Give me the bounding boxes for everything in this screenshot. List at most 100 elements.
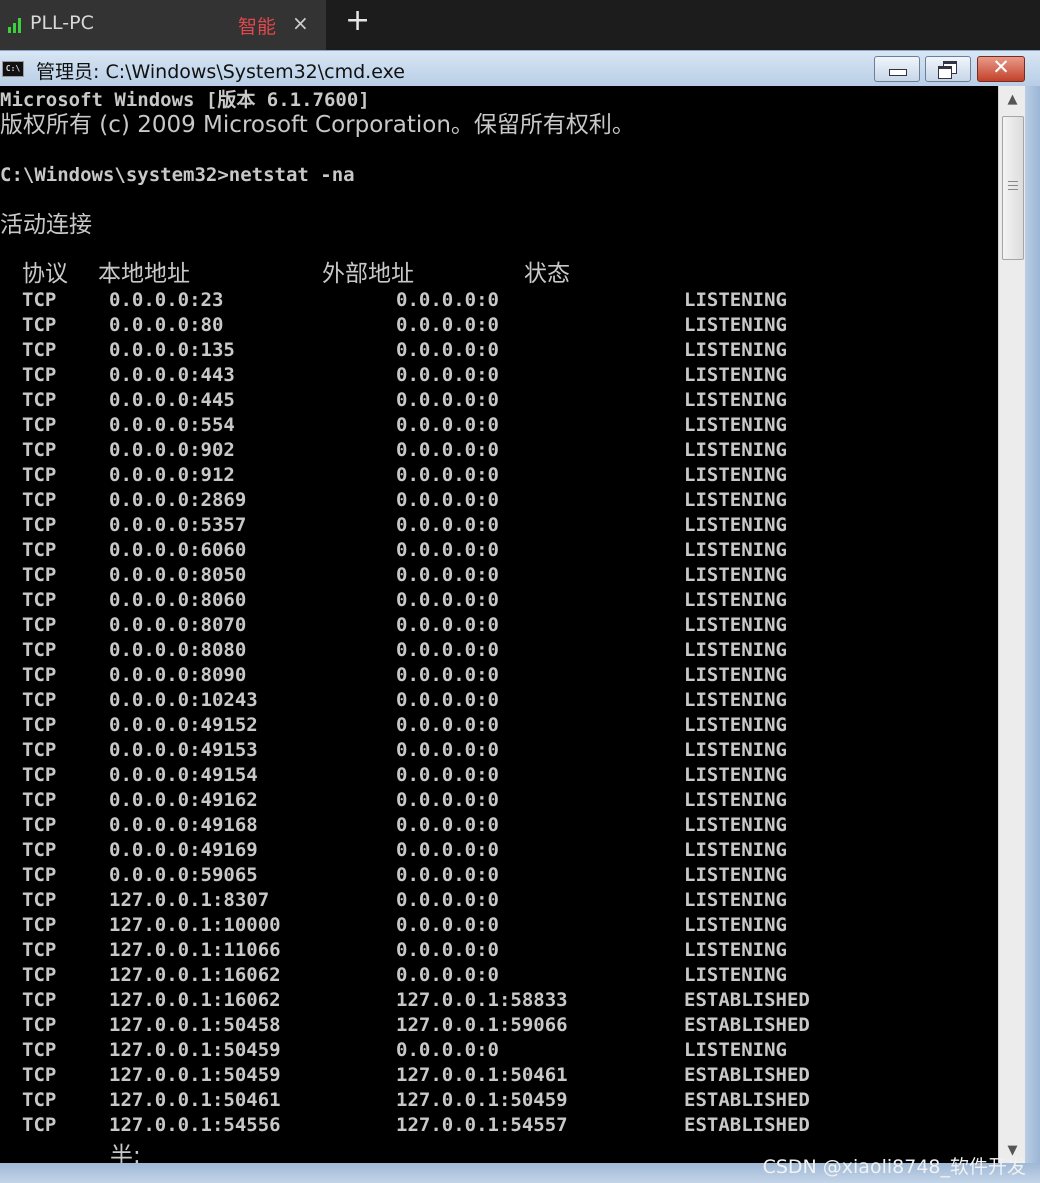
close-icon: ✕ — [992, 55, 1010, 79]
foreign-address-cell: 0.0.0.0:0 — [396, 289, 499, 311]
protocol-cell: TCP — [22, 414, 57, 436]
tab-close-icon[interactable]: × — [292, 11, 309, 35]
local-address-cell: 0.0.0.0:8060 — [109, 589, 247, 611]
local-address-cell: 127.0.0.1:16062 — [109, 989, 281, 1011]
local-address-cell: 0.0.0.0:49152 — [109, 714, 258, 736]
protocol-cell: TCP — [22, 889, 57, 911]
state-cell: LISTENING — [684, 689, 787, 711]
local-address-cell: 127.0.0.1:10000 — [109, 914, 281, 936]
table-row: TCP 0.0.0.0:554 0.0.0.0:0 LISTENING — [0, 413, 998, 438]
close-button[interactable]: ✕ — [977, 55, 1025, 82]
header-state: 状态 — [524, 261, 570, 287]
table-row: TCP 127.0.0.1:50459 127.0.0.1:50461 ESTABLI… — [0, 1063, 998, 1088]
window-title-bar[interactable]: C:\ 管理员: C:\Windows\System32\cmd.exe ✕ — [0, 50, 1040, 87]
table-row: TCP 0.0.0.0:135 0.0.0.0:0 LISTENING — [0, 338, 998, 363]
table-row: TCP 0.0.0.0:49168 0.0.0.0:0 LISTENING — [0, 813, 998, 838]
table-row: TCP 0.0.0.0:5357 0.0.0.0:0 LISTENING — [0, 513, 998, 538]
foreign-address-cell: 127.0.0.1:50459 — [396, 1089, 568, 1111]
local-address-cell: 127.0.0.1:16062 — [109, 964, 281, 986]
console-output[interactable]: Microsoft Windows [版本 6.1.7600] 版权所有 (c)… — [0, 86, 998, 1163]
protocol-cell: TCP — [22, 1089, 57, 1111]
foreign-address-cell: 0.0.0.0:0 — [396, 364, 499, 386]
table-row: TCP 0.0.0.0:49162 0.0.0.0:0 LISTENING — [0, 788, 998, 813]
table-row: TCP 0.0.0.0:49153 0.0.0.0:0 LISTENING — [0, 738, 998, 763]
add-tab-icon[interactable]: + — [345, 6, 370, 36]
foreign-address-cell: 0.0.0.0:0 — [396, 689, 499, 711]
foreign-address-cell: 0.0.0.0:0 — [396, 589, 499, 611]
table-row: TCP 0.0.0.0:8050 0.0.0.0:0 LISTENING — [0, 563, 998, 588]
foreign-address-cell: 0.0.0.0:0 — [396, 864, 499, 886]
minimize-icon — [889, 69, 907, 76]
foreign-address-cell: 0.0.0.0:0 — [396, 539, 499, 561]
state-cell: LISTENING — [684, 639, 787, 661]
state-cell: ESTABLISHED — [684, 1014, 810, 1036]
protocol-cell: TCP — [22, 639, 57, 661]
vertical-scrollbar[interactable]: ▲ ▼ — [998, 86, 1026, 1163]
table-row: TCP 0.0.0.0:10243 0.0.0.0:0 LISTENING — [0, 688, 998, 713]
local-address-cell: 0.0.0.0:6060 — [109, 539, 247, 561]
protocol-cell: TCP — [22, 864, 57, 886]
local-address-cell: 0.0.0.0:8050 — [109, 564, 247, 586]
table-row: TCP 0.0.0.0:902 0.0.0.0:0 LISTENING — [0, 438, 998, 463]
tab-title: PLL-PC — [30, 12, 94, 34]
local-address-cell: 0.0.0.0:554 — [109, 414, 235, 436]
table-row: TCP 0.0.0.0:49169 0.0.0.0:0 LISTENING — [0, 838, 998, 863]
state-cell: LISTENING — [684, 889, 787, 911]
local-address-cell: 127.0.0.1:11066 — [109, 939, 281, 961]
foreign-address-cell: 0.0.0.0:0 — [396, 839, 499, 861]
local-address-cell: 0.0.0.0:59065 — [109, 864, 258, 886]
state-cell: LISTENING — [684, 314, 787, 336]
foreign-address-cell: 127.0.0.1:59066 — [396, 1014, 568, 1036]
protocol-cell: TCP — [22, 989, 57, 1011]
protocol-cell: TCP — [22, 939, 57, 961]
table-row: TCP 127.0.0.1:11066 0.0.0.0:0 LISTENING — [0, 938, 998, 963]
maximize-button[interactable] — [925, 56, 971, 82]
table-row: TCP 0.0.0.0:912 0.0.0.0:0 LISTENING — [0, 463, 998, 488]
state-cell: LISTENING — [684, 664, 787, 686]
local-address-cell: 0.0.0.0:49169 — [109, 839, 258, 861]
table-row: TCP 0.0.0.0:8090 0.0.0.0:0 LISTENING — [0, 663, 998, 688]
state-cell: LISTENING — [684, 414, 787, 436]
local-address-cell: 0.0.0.0:8070 — [109, 614, 247, 636]
cmd-icon[interactable]: C:\ — [2, 61, 24, 77]
local-address-cell: 127.0.0.1:50458 — [109, 1014, 281, 1036]
protocol-cell: TCP — [22, 389, 57, 411]
local-address-cell: 127.0.0.1:8307 — [109, 889, 270, 911]
remote-session-tab[interactable]: PLL-PC 智能 × — [0, 0, 326, 50]
protocol-cell: TCP — [22, 839, 57, 861]
protocol-cell: TCP — [22, 539, 57, 561]
state-cell: LISTENING — [684, 814, 787, 836]
local-address-cell: 0.0.0.0:445 — [109, 389, 235, 411]
foreign-address-cell: 0.0.0.0:0 — [396, 339, 499, 361]
state-cell: LISTENING — [684, 939, 787, 961]
protocol-cell: TCP — [22, 364, 57, 386]
scroll-up-icon[interactable]: ▲ — [999, 88, 1026, 112]
local-address-cell: 127.0.0.1:50459 — [109, 1064, 281, 1086]
protocol-cell: TCP — [22, 339, 57, 361]
foreign-address-cell: 0.0.0.0:0 — [396, 464, 499, 486]
state-cell: LISTENING — [684, 539, 787, 561]
foreign-address-cell: 0.0.0.0:0 — [396, 614, 499, 636]
foreign-address-cell: 0.0.0.0:0 — [396, 964, 499, 986]
local-address-cell: 0.0.0.0:5357 — [109, 514, 247, 536]
scroll-thumb[interactable] — [1002, 116, 1024, 260]
foreign-address-cell: 0.0.0.0:0 — [396, 939, 499, 961]
table-row: TCP 127.0.0.1:50461 127.0.0.1:50459 ESTABLI… — [0, 1088, 998, 1113]
protocol-cell: TCP — [22, 439, 57, 461]
table-row: TCP 0.0.0.0:6060 0.0.0.0:0 LISTENING — [0, 538, 998, 563]
protocol-cell: TCP — [22, 814, 57, 836]
table-row: TCP 127.0.0.1:54556 127.0.0.1:54557 ESTABLI… — [0, 1113, 998, 1138]
quality-mode-button[interactable]: 智能 — [238, 12, 276, 39]
local-address-cell: 127.0.0.1:54556 — [109, 1114, 281, 1136]
section-title: 活动连接 — [0, 212, 92, 238]
state-cell: LISTENING — [684, 614, 787, 636]
local-address-cell: 0.0.0.0:912 — [109, 464, 235, 486]
protocol-cell: TCP — [22, 464, 57, 486]
minimize-button[interactable] — [874, 56, 920, 82]
foreign-address-cell: 0.0.0.0:0 — [396, 639, 499, 661]
foreign-address-cell: 0.0.0.0:0 — [396, 664, 499, 686]
protocol-cell: TCP — [22, 1064, 57, 1086]
local-address-cell: 0.0.0.0:49162 — [109, 789, 258, 811]
foreign-address-cell: 0.0.0.0:0 — [396, 314, 499, 336]
local-address-cell: 0.0.0.0:49154 — [109, 764, 258, 786]
